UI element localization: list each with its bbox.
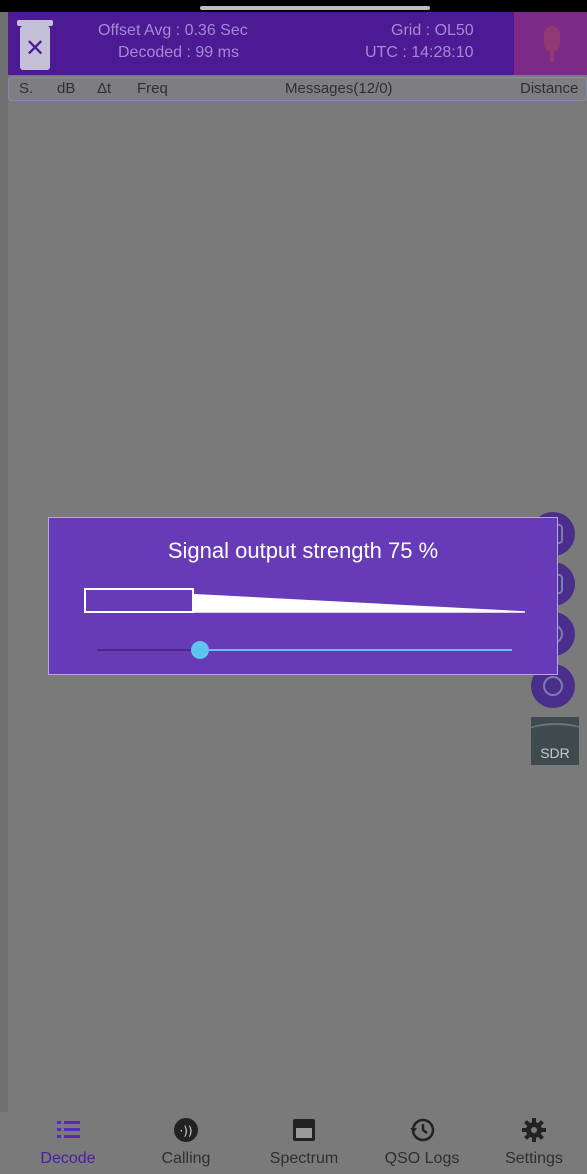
microphone-stem [550,52,554,62]
sdr-wave-icon [531,723,579,749]
svg-text:·)): ·)) [179,1124,192,1138]
col-messages: Messages(12/0) [285,80,393,97]
status-bar-handle [200,6,430,10]
trash-icon: ✕ [24,34,46,62]
nav-decode-label: Decode [40,1150,96,1167]
wedge-start [84,588,194,613]
offset-avg: Offset Avg : 0.36 Sec [98,22,248,39]
transmit-button[interactable] [514,12,587,75]
grid-utc: Grid : OL50 UTC : 14:28:10 [365,20,505,64]
nav-settings[interactable]: Settings [484,1112,584,1174]
globe-icon [543,676,563,696]
left-edge [0,12,8,1174]
sdr-button[interactable]: SDR [531,717,579,765]
strength-wedge [84,588,526,613]
decode-stats: Offset Avg : 0.36 Sec Decoded : 99 ms [98,20,298,64]
col-distance: Distance [520,80,579,97]
spectrum-icon [293,1119,315,1141]
nav-calling-label: Calling [161,1150,211,1167]
nav-calling[interactable]: ·)) Calling [136,1112,236,1174]
calling-icon: ·)) [174,1118,198,1142]
trash-lid-icon [17,20,53,26]
slider-track-active [201,649,512,651]
grid-locator: Grid : OL50 [391,22,474,39]
status-bar [0,0,587,12]
microphone-icon [544,26,560,52]
column-header: S. dB Δt Freq Messages(12/0) Distance [8,77,587,101]
bottom-navigation: Decode ·)) Calling Spectrum QSO Logs Set… [0,1112,587,1174]
col-dt: Δt [97,80,112,97]
nav-qso-logs-label: QSO Logs [384,1150,460,1167]
strength-slider-thumb[interactable] [191,641,209,659]
col-freq: Freq [137,80,168,97]
col-db: dB [57,80,76,97]
nav-qso-logs[interactable]: QSO Logs [372,1112,472,1174]
nav-decode[interactable]: Decode [18,1112,118,1174]
gear-icon [522,1118,546,1142]
header-bar: ✕ Offset Avg : 0.36 Sec Decoded : 99 ms … [8,12,587,75]
history-icon [410,1118,435,1142]
nav-spectrum-label: Spectrum [269,1150,339,1167]
signal-strength-dialog: Signal output strength 75 % [48,517,558,675]
slider-track-inactive [97,649,201,651]
list-icon [57,1121,80,1138]
decoded-time: Decoded : 99 ms [118,44,239,61]
nav-settings-label: Settings [505,1150,563,1167]
clear-messages-button[interactable]: ✕ [17,20,53,70]
dialog-title: Signal output strength 75 % [167,538,439,563]
col-snr: S. [19,80,34,97]
utc-time: UTC : 14:28:10 [365,44,474,61]
nav-spectrum[interactable]: Spectrum [254,1112,354,1174]
